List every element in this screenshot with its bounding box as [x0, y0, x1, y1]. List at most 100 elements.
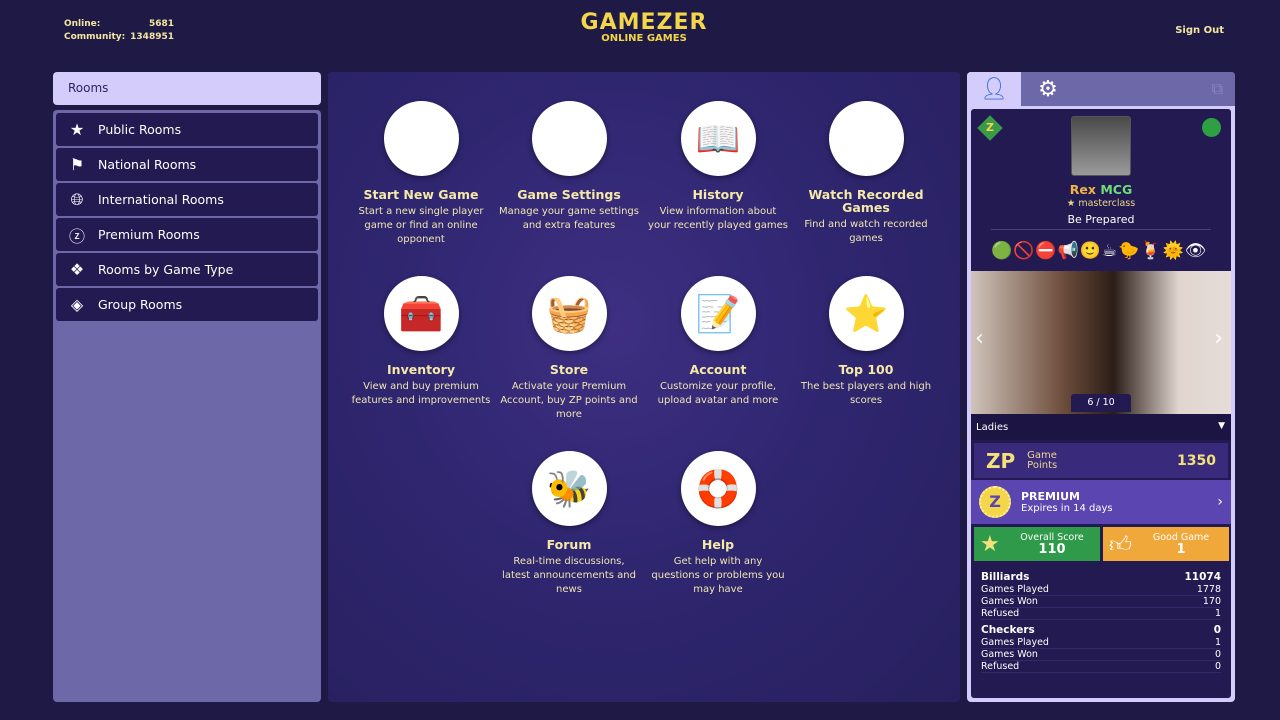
game-name: Billiards — [981, 571, 1030, 583]
tile-history[interactable]: 📖 History View information about your rece… — [648, 101, 788, 233]
game-points: ZP Game Points 1350 — [974, 443, 1228, 478]
premium-expiry: Expires in 14 days — [1021, 503, 1113, 514]
prev-photo-button[interactable]: ‹ — [975, 326, 984, 351]
globe-icon: 🌐︎ — [70, 189, 84, 209]
tile-forum[interactable]: 🐝 Forum Real-time discussions, latest anno… — [499, 451, 639, 597]
tile-top-100[interactable]: ⭐ Top 100 The best players and high scores — [796, 276, 936, 408]
good-game-value: 1 — [1176, 542, 1186, 557]
tile-description: Customize your profile, upload avatar an… — [657, 381, 779, 406]
tile-account[interactable]: 📝 Account Customize your profile, upload a… — [648, 276, 788, 408]
sidebar-item-label: Public Rooms — [98, 122, 182, 137]
emoticon-icon[interactable]: ⛔ — [1035, 241, 1056, 261]
premium-button[interactable]: Z PREMIUM Expires in 14 days › — [971, 480, 1231, 524]
tile-description: Activate your Premium Account, buy ZP po… — [500, 381, 638, 420]
emoticon-icon[interactable]: 🟢 — [991, 241, 1012, 261]
game-score: 11074 — [1184, 571, 1221, 583]
sidebar-item-public-rooms[interactable]: ★ Public Rooms — [56, 113, 318, 146]
emoticon-icon[interactable]: 🙂 — [1080, 241, 1101, 261]
tile-store[interactable]: 🧺 Store Activate your Premium Account, buy… — [499, 276, 639, 422]
tile-help[interactable]: 🛟 Help Get help with any questions or prob… — [648, 451, 788, 597]
tile-watch-recorded-games[interactable]: 🎞 Watch Recorded Games Find and watch reco… — [796, 101, 936, 246]
photo-gallery: ‹ › 6 / 10 — [971, 271, 1231, 414]
photo-counter: 6 / 10 — [1071, 394, 1131, 412]
gear-icon: ⚙ — [1038, 76, 1058, 102]
tile-icon: 📖 — [680, 101, 756, 176]
tile-icon: 🐝 — [531, 451, 607, 526]
sidebar-item-premium-rooms[interactable]: ⓩ Premium Rooms — [56, 218, 318, 251]
sidebar-item-label: National Rooms — [98, 157, 197, 172]
logo: GAMEZER ONLINE GAMES — [0, 10, 1280, 44]
logo-subtitle: ONLINE GAMES — [601, 33, 687, 44]
sidebar-item-international-rooms[interactable]: 🌐︎ International Rooms — [56, 183, 318, 216]
game-name: Checkers — [981, 624, 1035, 636]
emoticon-icon[interactable]: 🚫 — [1013, 241, 1034, 261]
tile-title: Store — [549, 362, 589, 377]
sidebar-item-group-rooms[interactable]: ◈ Group Rooms — [56, 288, 318, 321]
tile-title: Inventory — [387, 362, 455, 377]
tile-icon: 📝 — [680, 276, 756, 351]
emoticon-icon[interactable]: 🐤 — [1118, 241, 1139, 261]
username: Rex MCG — [971, 182, 1231, 197]
zp-text-1: Game — [1027, 449, 1057, 461]
game-stats: Billiards 11074 Games Played 1778 Games Won 1… — [981, 571, 1221, 620]
stat-value: 1 — [1214, 637, 1221, 648]
tile-description: Real-time discussions, latest announceme… — [502, 556, 636, 595]
stat-label: Games Played — [981, 637, 1049, 648]
stat-label: Games Played — [981, 584, 1049, 595]
emoticon-icon[interactable]: 👁 — [1185, 241, 1207, 261]
stat-label: Refused — [981, 661, 1020, 672]
category-dropdown[interactable]: Ladies ▼ — [971, 414, 1231, 440]
tile-icon: ✈ — [383, 101, 459, 176]
stat-label: Refused — [981, 608, 1020, 619]
game-stats: Checkers 0 Games Played 1 Games Won 0 Refused 0 — [981, 624, 1221, 673]
stat-value: 170 — [1202, 596, 1221, 607]
user-icon: 👤︎ — [980, 76, 1008, 102]
emoticon-icon[interactable]: ☕ — [1102, 241, 1117, 261]
online-status-indicator — [1202, 118, 1221, 137]
stat-value: 0 — [1214, 649, 1221, 660]
flag-icon: ⚑ — [69, 155, 85, 174]
next-photo-button[interactable]: › — [1214, 326, 1223, 351]
stat-label: Games Won — [981, 649, 1038, 660]
tile-description: Find and watch recorded games — [804, 219, 928, 244]
sidebar-item-national-rooms[interactable]: ⚑ National Rooms — [56, 148, 318, 181]
diamonds-icon: ❖ — [69, 260, 85, 279]
tab-settings[interactable]: ⚙ — [1021, 72, 1075, 106]
sidebar-item-label: Premium Rooms — [98, 227, 200, 242]
sign-out-link[interactable]: Sign Out — [1175, 25, 1224, 36]
tile-title: Help — [701, 537, 735, 552]
sidebar-item-rooms-by-game-type[interactable]: ❖ Rooms by Game Type — [56, 253, 318, 286]
group-z-icon: ◈ — [70, 295, 84, 314]
emoticon-icon[interactable]: 🍹 — [1140, 241, 1161, 261]
emoticon-icon[interactable]: 🌞 — [1162, 241, 1183, 261]
external-link-icon[interactable]: ⧉ — [1212, 79, 1223, 99]
chevron-down-icon: ▼ — [1218, 421, 1225, 431]
category-value: Ladies — [976, 422, 1009, 433]
tab-profile[interactable]: 👤︎ — [967, 72, 1021, 106]
divider — [991, 229, 1211, 230]
tile-description: The best players and high scores — [800, 381, 932, 406]
rank: ★ masterclass — [1066, 198, 1136, 209]
profile-panel: 👤︎ ⚙ ⧉ Z Rex MCG ★ masterclass Be Prepar… — [967, 72, 1235, 702]
avatar[interactable] — [1071, 116, 1131, 176]
tile-icon: 🧺 — [531, 276, 607, 351]
star-icon: ★ — [980, 531, 1000, 557]
stat-label: Games Won — [981, 596, 1038, 607]
gamezer-badge-icon: Z — [977, 115, 1003, 141]
tile-icon: 🛠 — [531, 101, 607, 176]
tile-description: Get help with any questions or problems … — [651, 556, 785, 595]
tile-start-new-game[interactable]: ✈ Start New Game Start a new single player… — [351, 101, 491, 247]
thumbs-up-icon: 👍︎ — [1109, 532, 1132, 558]
premium-seal-icon: Z — [979, 486, 1011, 518]
logo-title: GAMEZER — [580, 10, 708, 35]
tile-inventory[interactable]: 🧰 Inventory View and buy premium features … — [351, 276, 491, 408]
tile-icon: ⭐ — [828, 276, 904, 351]
chevron-right-icon: › — [1217, 494, 1223, 510]
status-emoticons: 🟢 🚫 ⛔ 📢 🙂 ☕ 🐤 🍹 🌞 👁 — [991, 241, 1206, 261]
tile-game-settings[interactable]: 🛠 Game Settings Manage your game settings … — [499, 101, 639, 233]
tile-title: Start New Game — [363, 187, 479, 202]
zp-value: 1350 — [1177, 452, 1216, 469]
profile-card: Z Rex MCG ★ masterclass Be Prepared 🟢 🚫 ⛔ 📢… — [971, 109, 1231, 698]
rooms-list: ★ Public Rooms ⚑ National Rooms 🌐︎ Internatio… — [53, 110, 321, 702]
emoticon-icon[interactable]: 📢 — [1058, 241, 1079, 261]
